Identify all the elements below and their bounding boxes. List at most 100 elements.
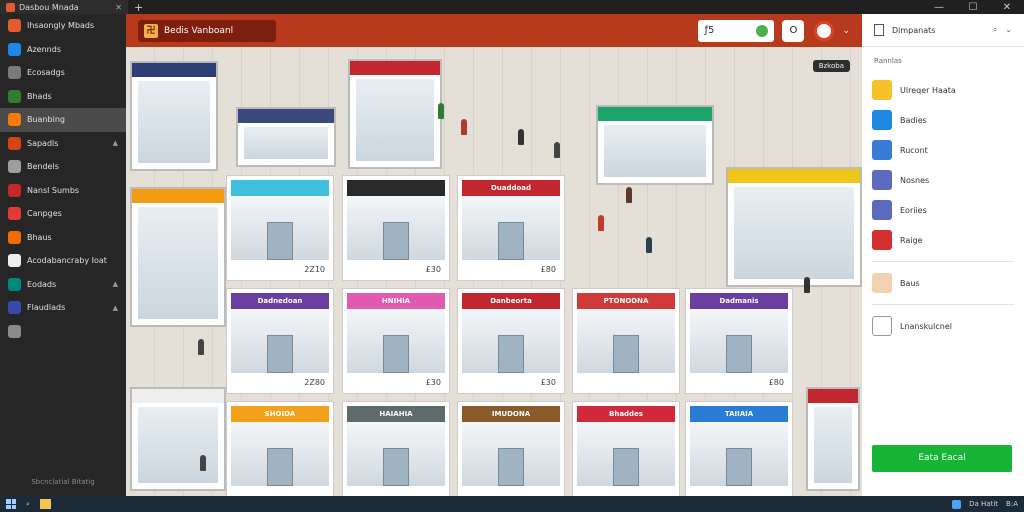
panel-menu-icon[interactable] [874, 24, 884, 36]
chevron-down-icon[interactable]: ⌄ [1005, 25, 1012, 35]
mall-scene: Bzkoba 2Z10 £30 Duaddoad £80 Dadnedoan 2Z80 HN… [126, 47, 862, 496]
browser-tab[interactable]: Dasbou Mnada ✕ [0, 0, 128, 14]
card-icon [8, 277, 21, 291]
file-explorer-icon[interactable] [39, 499, 51, 509]
storefront [231, 422, 329, 486]
pin-icon[interactable]: ▲ [113, 280, 118, 288]
settings-icon [8, 160, 21, 174]
panel-item-label: Lnanskulcnel [900, 321, 952, 331]
shop-icon [8, 113, 21, 127]
sidebar-item[interactable]: Nansl Sumbs [0, 179, 126, 203]
cloud-icon [872, 316, 892, 336]
store-card[interactable]: Dadnedoan 2Z80 [226, 288, 334, 394]
sidebar-item[interactable]: Ihsaongly Mbads [0, 14, 126, 38]
person-icon [8, 254, 21, 268]
store-card[interactable]: Bhaddes [572, 401, 680, 496]
new-tab-button[interactable]: + [134, 1, 143, 14]
panel-item[interactable]: Nosnes [862, 165, 1024, 195]
sidebar-item[interactable]: Canpges [0, 202, 126, 226]
store-card[interactable]: Danbeorta £30 [457, 288, 565, 394]
store-card[interactable]: SHOIDA [226, 401, 334, 496]
store-sign: Danbeorta [462, 293, 560, 309]
sidebar-item[interactable]: Bendels [0, 155, 126, 179]
search-icon[interactable]: ⌕ [26, 500, 30, 509]
store-price: £80 [540, 265, 556, 274]
store-sign: IMUDONA [462, 406, 560, 422]
store-card[interactable]: Duaddoad £80 [457, 175, 565, 281]
store-card[interactable]: Dadmanis £80 [685, 288, 793, 394]
storefront [462, 196, 560, 260]
search-input[interactable]: ƒ5 [698, 19, 775, 42]
store-card[interactable]: HAIAHIA [342, 401, 450, 496]
primary-action-button[interactable]: Eata Eacal [872, 445, 1012, 472]
storefront [231, 309, 329, 373]
store-card[interactable]: TAIIAIA [685, 401, 793, 496]
sidebar-item[interactable]: Azennds [0, 38, 126, 62]
sidebar-item-label: Azennds [27, 44, 61, 54]
panel-item[interactable]: Raige [862, 225, 1024, 255]
storefront [690, 309, 788, 373]
sidebar-item-label: Flaudlads [27, 303, 66, 313]
maximize-button[interactable]: ☐ [956, 2, 990, 13]
sidebar-item-label: Canpges [27, 209, 62, 219]
close-button[interactable]: ✕ [990, 2, 1024, 13]
store-card[interactable]: 2Z10 [226, 175, 334, 281]
pin-icon[interactable]: ▲ [113, 304, 118, 312]
avatar[interactable] [814, 20, 835, 41]
store-door [383, 448, 409, 486]
store-illustration [347, 180, 445, 260]
background-store [596, 105, 714, 185]
store-sign: Dadmanis [690, 293, 788, 309]
panel-item[interactable]: Eoriies [862, 195, 1024, 225]
store-door [383, 222, 409, 260]
store-card[interactable]: £30 [342, 175, 450, 281]
calendar-icon [8, 207, 21, 221]
sidebar-item[interactable]: Bhaus [0, 226, 126, 250]
sidebar-item[interactable]: Ecosadgs [0, 61, 126, 85]
store-card[interactable]: HNIHIA £30 [342, 288, 450, 394]
sidebar-item-label: Bhads [27, 91, 52, 101]
tray-time[interactable]: B:A [1006, 500, 1018, 508]
shopper [518, 129, 524, 145]
tab-close-icon[interactable]: ✕ [115, 3, 122, 12]
store-price: £30 [425, 378, 441, 387]
chevron-down-icon[interactable]: ⌄ [842, 26, 850, 36]
search-icon[interactable]: ⌕ [993, 25, 997, 35]
panel-item[interactable]: Baus [862, 268, 1024, 298]
sidebar-item[interactable]: Eodads ▲ [0, 273, 126, 297]
globe-icon [8, 42, 21, 56]
sidebar-item[interactable]: Acodabancraby Ioat [0, 249, 126, 273]
sidebar-item[interactable]: Buanbing [0, 108, 126, 132]
panel-item[interactable]: Lnanskulcnel [862, 311, 1024, 341]
network-icon[interactable] [952, 499, 962, 509]
store-sign: HAIAHIA [347, 406, 445, 422]
sidebar-item[interactable]: Sapadls ▲ [0, 132, 126, 156]
taskbar-app-label[interactable]: Da Hatit [969, 500, 998, 508]
store-price: £30 [540, 378, 556, 387]
sidebar-item[interactable]: Bhads [0, 85, 126, 109]
sidebar: Ihsaongly Mbads Azennds Ecosadgs Bhads Buanb… [0, 14, 126, 496]
store-illustration: HNIHIA [347, 293, 445, 373]
store-sign: SHOIDA [231, 406, 329, 422]
sidebar-item[interactable] [0, 320, 126, 344]
store-icon [8, 66, 21, 80]
store-card[interactable]: PTONODNA [572, 288, 680, 394]
store-price: 2Z10 [304, 265, 325, 274]
menu-button[interactable]: O [782, 19, 805, 42]
sidebar-item[interactable]: Flaudlads ▲ [0, 296, 126, 320]
panel-item[interactable]: Rucont [862, 135, 1024, 165]
minimize-button[interactable]: — [922, 2, 956, 13]
search-go-icon[interactable] [756, 24, 769, 37]
app-icon [8, 19, 21, 33]
brand-logo[interactable]: 卍 Bedis Vanboanl [138, 19, 276, 42]
store-card[interactable]: IMUDONA [457, 401, 565, 496]
pin-icon[interactable]: ▲ [113, 139, 118, 147]
divider [872, 304, 1014, 305]
more-icon [8, 324, 21, 338]
store-door [267, 335, 293, 373]
panel-item[interactable]: Badies [862, 105, 1024, 135]
sidebar-item-label: Buanbing [27, 115, 65, 125]
start-icon[interactable] [6, 499, 16, 509]
person-icon [872, 170, 892, 190]
panel-item[interactable]: Ulreqer Haata [862, 75, 1024, 105]
